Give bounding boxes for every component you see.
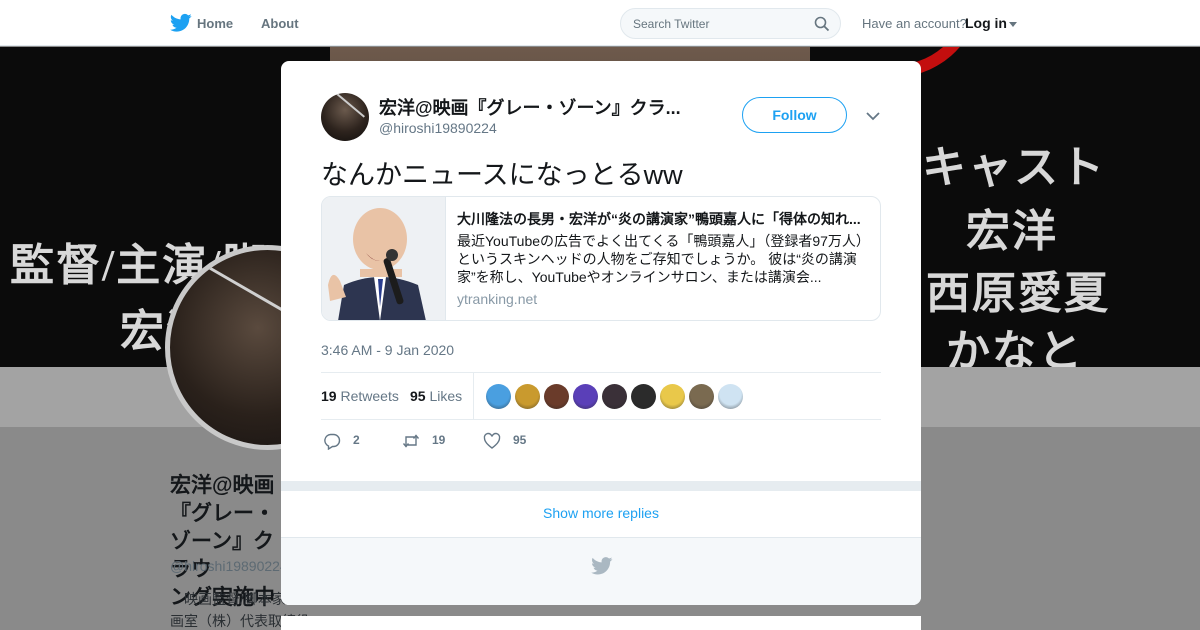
liker-avatar[interactable] — [573, 384, 598, 409]
likes-stat[interactable]: 95 Likes — [410, 388, 462, 404]
search-icon[interactable] — [814, 16, 830, 32]
heart-icon — [483, 432, 501, 449]
chevron-down-icon[interactable] — [865, 110, 881, 122]
tweet-text: なんかニュースになっとるww — [321, 160, 683, 190]
banner-text: 西原愛夏 — [926, 269, 1110, 318]
login-label: Log in — [965, 15, 1007, 31]
author-handle[interactable]: @hiroshi19890224 — [379, 120, 497, 136]
retweets-count: 19 — [321, 388, 337, 404]
search-placeholder: Search Twitter — [633, 17, 710, 31]
twitter-bird-icon — [591, 557, 613, 575]
author-name[interactable]: 宏洋@映画『グレー・ゾーン』クラ... — [379, 94, 689, 120]
search-input[interactable]: Search Twitter — [620, 8, 841, 39]
retweet-count: 19 — [432, 433, 446, 447]
banner-text: 宏洋 — [966, 207, 1058, 256]
card-description: 最近YouTubeの広告でよく出てくる「鴨頭嘉人」（登録者97万人）というスキン… — [457, 233, 863, 285]
liker-avatar[interactable] — [718, 384, 743, 409]
tweet-timestamp[interactable]: 3:46 AM - 9 Jan 2020 — [321, 342, 454, 358]
link-card[interactable]: 大川隆法の長男・宏洋が“炎の講演家”鴨頭嘉人に「得体の知れ... 最近YouTu… — [321, 196, 881, 321]
liker-avatar[interactable] — [689, 384, 714, 409]
login-dropdown[interactable]: Log in — [965, 15, 1017, 31]
account-prompt: Have an account? — [862, 16, 967, 31]
show-more-replies-button[interactable]: Show more replies — [281, 491, 921, 537]
section-separator — [281, 481, 921, 491]
card-title: 大川隆法の長男・宏洋が“炎の講演家”鴨頭嘉人に「得体の知れ... — [457, 211, 861, 227]
reply-count: 2 — [353, 433, 360, 447]
tweet-modal: 宏洋@映画『グレー・ゾーン』クラ... @hiroshi19890224 Fol… — [281, 61, 921, 605]
liker-avatar[interactable] — [660, 384, 685, 409]
close-icon[interactable] — [1154, 12, 1178, 36]
bald-speaker-image — [322, 197, 445, 320]
likes-label: Likes — [429, 388, 463, 404]
liker-avatar[interactable] — [515, 384, 540, 409]
liker-avatar[interactable] — [486, 384, 511, 409]
card-domain: ytranking.net — [457, 291, 538, 307]
author-avatar[interactable] — [321, 93, 369, 141]
banner-text: キャスト — [922, 143, 1106, 192]
profile-handle: @hiroshi19890224 — [170, 558, 288, 574]
caret-down-icon — [1009, 21, 1017, 27]
retweet-icon — [402, 434, 420, 448]
reply-icon — [324, 433, 341, 450]
tweet-actions: 2 19 95 — [321, 431, 621, 451]
banner-text: かなと — [946, 327, 1084, 367]
stats-divider — [473, 373, 474, 419]
modal-footer — [281, 537, 921, 605]
liker-avatar[interactable] — [602, 384, 627, 409]
twitter-bird-icon[interactable] — [170, 13, 192, 33]
retweets-label: Retweets — [340, 388, 399, 404]
timeline-card — [281, 616, 921, 630]
retweets-stat[interactable]: 19 Retweets — [321, 388, 399, 404]
top-bar: Home About Search Twitter Have an accoun… — [0, 0, 1200, 46]
card-thumbnail — [322, 197, 446, 320]
liker-avatar[interactable] — [631, 384, 656, 409]
nav-about[interactable]: About — [261, 16, 299, 31]
nav-home[interactable]: Home — [197, 16, 233, 31]
likes-count: 95 — [410, 388, 426, 404]
tweet-stats: 19 Retweets 95 Likes — [321, 372, 881, 420]
liker-avatar[interactable] — [544, 384, 569, 409]
follow-button[interactable]: Follow — [742, 97, 847, 133]
like-count: 95 — [513, 433, 527, 447]
